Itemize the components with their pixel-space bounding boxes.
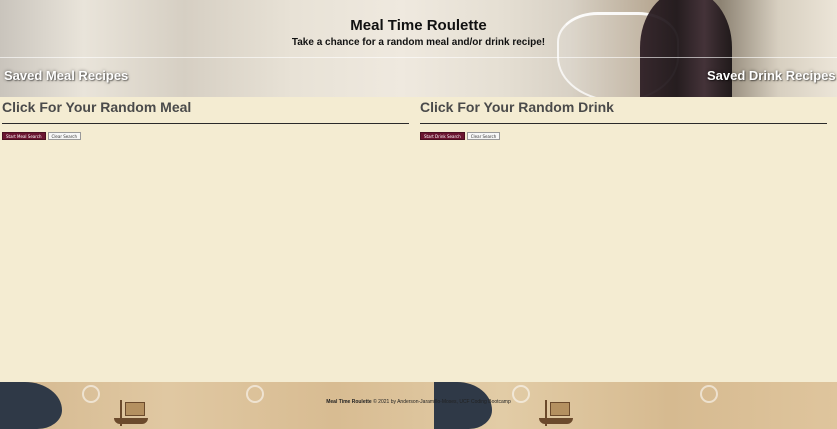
site-tagline: Take a chance for a random meal and/or d…: [291, 37, 546, 48]
header-divider: [0, 57, 837, 58]
drink-button-row: Start Drink Search Clear Search: [420, 132, 827, 140]
clear-drink-search-button[interactable]: Clear Search: [466, 132, 501, 140]
clear-meal-search-button[interactable]: Clear Search: [47, 132, 82, 140]
map-coastline-image: [0, 382, 62, 429]
drink-section: Click For Your Random Drink Start Drink …: [420, 99, 827, 140]
meal-section: Click For Your Random Meal Start Meal Se…: [2, 99, 409, 140]
site-title: Meal Time Roulette: [350, 17, 487, 34]
site-footer: Meal Time Roulette © 2021 by Anderson-Ja…: [0, 382, 837, 429]
start-meal-search-button[interactable]: Start Meal Search: [2, 132, 46, 140]
saved-meal-recipes-link[interactable]: Saved Meal Recipes: [4, 68, 128, 83]
map-coastline-image: [434, 382, 492, 429]
footer-copyright: © 2021 by Anderson-Jaramillo-Moses, UCF …: [373, 399, 511, 405]
site-header: Meal Time Roulette Take a chance for a r…: [0, 0, 837, 97]
drink-heading: Click For Your Random Drink: [420, 99, 827, 124]
saved-drink-recipes-link[interactable]: Saved Drink Recipes: [707, 68, 836, 83]
footer-brand: Meal Time Roulette: [326, 399, 372, 405]
meal-heading: Click For Your Random Meal: [2, 99, 409, 124]
start-drink-search-button[interactable]: Start Drink Search: [420, 132, 465, 140]
meal-button-row: Start Meal Search Clear Search: [2, 132, 409, 140]
footer-credits: Meal Time Roulette © 2021 by Anderson-Ja…: [0, 399, 837, 405]
